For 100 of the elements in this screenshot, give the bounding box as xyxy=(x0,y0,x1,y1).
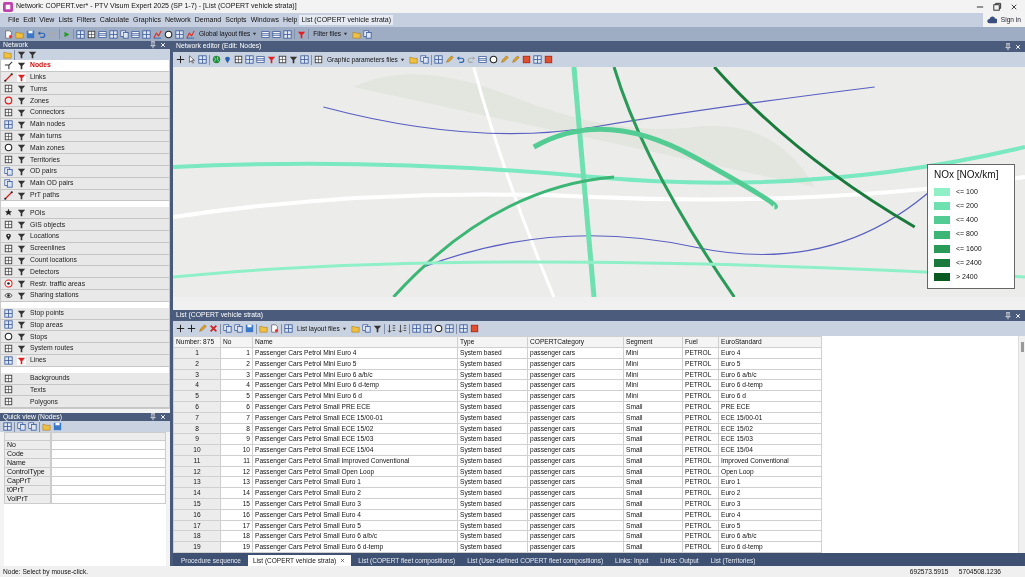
link-icon xyxy=(4,190,13,200)
delete-icon[interactable] xyxy=(209,324,218,333)
save-icon[interactable] xyxy=(245,324,254,333)
filter-icon[interactable] xyxy=(17,60,26,70)
grid-icon[interactable] xyxy=(3,422,12,432)
filter-icon[interactable] xyxy=(17,178,26,188)
layer-icon xyxy=(4,344,13,354)
stop-icon[interactable] xyxy=(469,324,479,333)
link-icon xyxy=(4,72,13,82)
zone-icon xyxy=(4,96,13,106)
filter-icon[interactable] xyxy=(17,155,26,165)
rows-icon[interactable] xyxy=(261,29,271,39)
filter-icon[interactable] xyxy=(17,208,26,218)
grid-icon[interactable] xyxy=(175,29,184,39)
star-icon xyxy=(4,208,13,218)
stop-icon[interactable] xyxy=(543,55,553,64)
filter-icon[interactable] xyxy=(17,308,26,318)
close-icon[interactable] xyxy=(159,41,167,50)
grid-icon xyxy=(4,355,13,365)
rows-icon[interactable] xyxy=(131,29,140,39)
layer-icon xyxy=(4,255,13,265)
undo-icon[interactable] xyxy=(455,55,465,64)
grid-icon[interactable] xyxy=(284,324,293,333)
grid-icon[interactable] xyxy=(411,324,421,333)
grid-icon[interactable] xyxy=(198,55,207,64)
copy-icon[interactable] xyxy=(363,29,373,39)
circle-icon[interactable] xyxy=(433,324,443,333)
copy-icon[interactable] xyxy=(361,324,371,333)
copy-icon[interactable] xyxy=(419,55,429,64)
filter-icon[interactable] xyxy=(17,267,26,277)
undo-icon[interactable] xyxy=(37,29,46,39)
move-icon[interactable] xyxy=(187,324,196,333)
grid-icon[interactable] xyxy=(283,29,293,39)
filter-icon[interactable] xyxy=(17,84,26,94)
layer-icon[interactable] xyxy=(87,29,96,39)
doc-icon[interactable] xyxy=(270,324,279,333)
grid-icon[interactable] xyxy=(142,29,151,39)
rows-icon[interactable] xyxy=(256,55,265,64)
grid-icon[interactable] xyxy=(109,29,118,39)
filter-icon[interactable] xyxy=(17,107,26,117)
grid-icon[interactable] xyxy=(532,55,542,64)
move-icon[interactable] xyxy=(176,55,185,64)
close-icon[interactable] xyxy=(159,413,167,422)
rows-icon[interactable] xyxy=(272,29,282,39)
filter-icon[interactable] xyxy=(17,320,26,330)
circle-icon[interactable] xyxy=(164,29,173,39)
rows-icon[interactable] xyxy=(98,29,107,39)
scrollbar[interactable] xyxy=(1018,336,1025,553)
restore-icon[interactable] xyxy=(991,1,1002,12)
caret-icon xyxy=(343,31,349,37)
save-icon[interactable] xyxy=(53,422,62,432)
filter-icon[interactable] xyxy=(17,279,26,289)
pin-icon[interactable] xyxy=(149,41,158,50)
filter-icon[interactable] xyxy=(17,131,26,141)
layer-icon[interactable] xyxy=(234,55,243,64)
filter-icon[interactable] xyxy=(17,190,26,200)
grid-icon[interactable] xyxy=(422,324,432,333)
pin-icon[interactable] xyxy=(1004,311,1013,320)
grid-icon[interactable] xyxy=(300,55,309,64)
close-icon[interactable] xyxy=(339,557,347,564)
pin-icon[interactable] xyxy=(223,55,232,64)
filter-icon[interactable] xyxy=(17,255,26,265)
caret-icon xyxy=(399,57,405,62)
layer-icon[interactable] xyxy=(314,55,323,64)
stop-icon[interactable] xyxy=(521,55,531,64)
grid-icon[interactable] xyxy=(444,324,454,333)
filter-icon[interactable] xyxy=(372,324,382,333)
doc-icon[interactable] xyxy=(4,29,13,39)
filter-icon[interactable] xyxy=(17,344,26,354)
filter-icon[interactable] xyxy=(17,243,26,253)
circle-icon xyxy=(4,332,13,342)
pin-icon[interactable] xyxy=(149,413,158,422)
pin-icon[interactable] xyxy=(1004,42,1013,51)
filter-icon[interactable] xyxy=(17,231,26,241)
filter-icon[interactable] xyxy=(17,166,26,176)
copy-icon[interactable] xyxy=(120,29,129,39)
save-icon[interactable] xyxy=(26,29,35,39)
grid-icon[interactable] xyxy=(245,55,254,64)
filter-icon[interactable] xyxy=(17,332,26,342)
cursor-icon[interactable] xyxy=(187,55,196,64)
layer-icon[interactable] xyxy=(278,55,287,64)
sort-icon[interactable] xyxy=(386,324,396,333)
sort-icon[interactable] xyxy=(397,324,407,333)
grid-icon[interactable] xyxy=(433,55,443,64)
filter-icon[interactable] xyxy=(17,96,26,106)
grid-icon[interactable] xyxy=(458,324,468,333)
filter-icon[interactable] xyxy=(17,143,26,153)
globe-icon[interactable] xyxy=(212,55,221,64)
filter-icon[interactable] xyxy=(17,220,26,230)
filter-icon[interactable] xyxy=(289,55,298,64)
circle-icon[interactable] xyxy=(488,55,498,64)
filter-icon[interactable] xyxy=(17,119,26,129)
close-icon[interactable] xyxy=(1014,311,1022,320)
filter-icon[interactable] xyxy=(17,290,26,300)
layer-icon xyxy=(4,131,13,141)
grid-icon[interactable] xyxy=(76,29,85,39)
close-icon[interactable] xyxy=(1014,42,1022,51)
rows-icon[interactable] xyxy=(477,55,487,64)
restriction-icon xyxy=(4,279,13,289)
move-icon[interactable] xyxy=(176,324,185,333)
